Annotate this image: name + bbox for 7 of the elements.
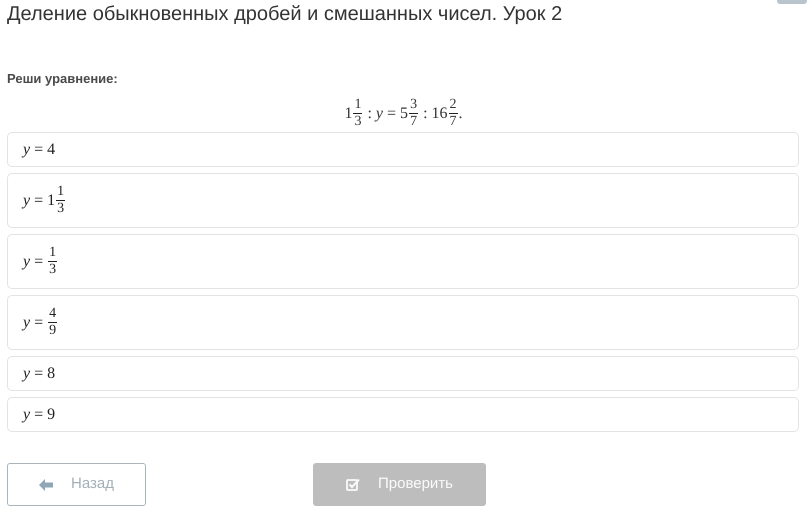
answer-option[interactable]: y = 4 [7,132,799,167]
task-prompt: Реши уравнение: [7,71,118,86]
arrow-left-icon [39,478,53,490]
answer-option[interactable]: y = 9 [7,397,799,432]
checkbox-icon [346,478,360,491]
answer-option[interactable]: y = 8 [7,356,799,391]
lesson-title: Деление обыкновенных дробей и смешанных чисел. Урок 2 [7,2,562,26]
